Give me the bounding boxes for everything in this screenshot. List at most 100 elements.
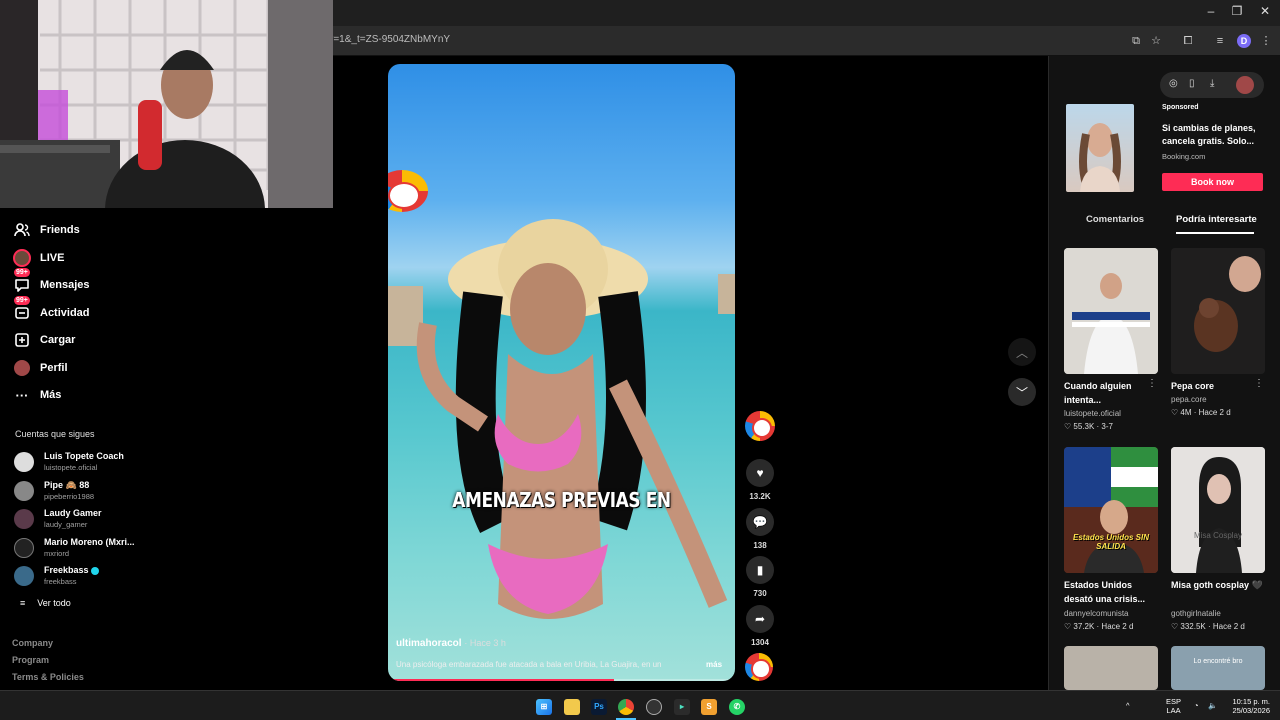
video-author-name[interactable]: ultimahoracol	[396, 638, 462, 649]
recommended-video-title[interactable]: Pepa core	[1171, 379, 1265, 393]
recommended-video-thumbnail[interactable]	[1064, 248, 1158, 374]
next-video-button[interactable]: ﹀	[1008, 378, 1036, 406]
recommended-video-author[interactable]: luistopete.oficial	[1064, 409, 1121, 418]
whatsapp-icon[interactable]: ✆	[729, 699, 745, 715]
tab-comments[interactable]: Comentarios	[1086, 214, 1144, 225]
following-account[interactable]: Mario Moreno (Mxri... mxriord	[14, 536, 154, 562]
book-now-button[interactable]: Book now	[1162, 173, 1263, 191]
maximize-icon[interactable]: ❐	[1222, 4, 1252, 18]
ad-title[interactable]: Si cambias de planes, cancela gratis. So…	[1162, 122, 1264, 148]
sidebar-item-profile[interactable]: Perfil	[12, 357, 68, 379]
video-author[interactable]: ultimahoracol · Hace 3 h	[396, 638, 506, 649]
sidebar-item-activity[interactable]: 99+ Actividad	[12, 296, 90, 324]
compass-icon[interactable]: ◎	[1169, 78, 1178, 89]
see-all-label: Ver todo	[37, 598, 71, 608]
account-name: Mario Moreno (Mxri...	[44, 537, 135, 547]
phone-icon[interactable]: ▯	[1189, 78, 1195, 89]
messages-badge: 99+	[14, 268, 30, 277]
ad-thumbnail[interactable]	[1066, 104, 1134, 192]
following-account[interactable]: Laudy Gamer laudy_gamer	[14, 507, 154, 533]
following-account[interactable]: Freekbass freekbass	[14, 564, 154, 590]
browser-menu-icon[interactable]: ⋮	[1258, 33, 1274, 49]
account-name: Pipe 🙈 88	[44, 480, 90, 490]
video-progress-fill	[388, 679, 614, 681]
recommended-video-title[interactable]: Cuando alguien intenta...	[1064, 379, 1158, 407]
recommended-video-thumbnail[interactable]: Lo encontré bro	[1171, 646, 1265, 690]
bookmark-star-icon[interactable]: ☆	[1148, 33, 1164, 49]
recommended-video-author[interactable]: gothgirlnatalie	[1171, 609, 1221, 618]
upload-icon	[12, 330, 32, 350]
tab-recommended[interactable]: Podría interesarte	[1176, 214, 1257, 225]
user-avatar[interactable]	[1236, 76, 1254, 94]
following-account[interactable]: Pipe 🙈 88 pipeberrio1988	[14, 479, 154, 505]
obs-icon[interactable]	[646, 699, 662, 715]
extensions-icon[interactable]: ⧠	[1180, 33, 1196, 49]
recommended-video-title[interactable]: Misa goth cosplay 🖤	[1171, 578, 1265, 592]
sublime-icon[interactable]: S	[701, 699, 717, 715]
footer-link-program[interactable]: Program	[12, 655, 49, 665]
account-avatar	[14, 481, 34, 501]
volume-icon[interactable]: 🔈	[1208, 701, 1217, 710]
recommended-video-thumbnail[interactable]	[1171, 248, 1265, 374]
close-window-icon[interactable]: ✕	[1250, 4, 1280, 18]
clock[interactable]: 10:15 p. m. 25/03/2026	[1224, 697, 1270, 715]
recommended-video-thumbnail[interactable]: Estados Unidos SIN SALIDA	[1064, 447, 1158, 573]
start-menu-icon[interactable]: ⊞	[536, 699, 552, 715]
sidebar-item-friends[interactable]: Friends	[12, 219, 80, 241]
video-player[interactable]: AMENAZAS PREVIAS EN ultimahoracol · Hace…	[388, 64, 735, 681]
file-explorer-icon[interactable]	[564, 699, 580, 715]
video-progress-bar[interactable]	[388, 679, 735, 681]
chrome-icon[interactable]	[618, 699, 634, 715]
sound-disc-icon[interactable]	[745, 653, 773, 681]
recommended-video-author[interactable]: dannyelcomunista	[1064, 609, 1128, 618]
footer-link-terms[interactable]: Terms & Policies	[12, 672, 84, 682]
comment-icon: 💬	[752, 515, 768, 529]
share-button[interactable]: ➦	[746, 605, 774, 633]
capcut-icon[interactable]: ▸	[674, 699, 690, 715]
more-options-icon[interactable]: ⋮	[1254, 378, 1264, 389]
sidebar-item-label: Actividad	[40, 307, 90, 319]
account-handle: mxriord	[44, 549, 70, 558]
language-indicator[interactable]: ESP LAA	[1166, 697, 1181, 715]
sidebar-item-label: Perfil	[40, 362, 68, 374]
recommended-video-author[interactable]: pepa.core	[1171, 395, 1207, 404]
comment-button[interactable]: 💬	[746, 508, 774, 536]
photoshop-icon[interactable]: Ps	[591, 699, 607, 715]
following-account[interactable]: Luis Topete Coach luistopete.oficial	[14, 450, 154, 476]
account-handle: pipeberrio1988	[44, 492, 95, 501]
sidebar-item-label: LIVE	[40, 252, 65, 264]
previous-video-button[interactable]: ︿	[1008, 338, 1036, 366]
recommended-video-title[interactable]: Estados Unidos desató una crisis...	[1064, 578, 1158, 606]
download-icon[interactable]: ⤓	[1210, 78, 1214, 89]
sidebar-item-upload[interactable]: Cargar	[12, 329, 75, 351]
language-code: ESP	[1166, 697, 1182, 706]
like-button[interactable]: ♥	[746, 459, 774, 487]
live-avatar	[12, 248, 32, 268]
footer-link-company[interactable]: Company	[12, 638, 53, 648]
sponsored-label: Sponsored	[1162, 104, 1199, 111]
chevron-up-icon: ︿	[1015, 345, 1028, 360]
see-all-link[interactable]: ≡ Ver todo	[20, 598, 71, 608]
wifi-icon[interactable]: ◔	[1194, 701, 1199, 710]
creator-avatar[interactable]	[745, 411, 775, 441]
recommended-video-thumbnail[interactable]	[1064, 646, 1158, 690]
description-more-link[interactable]: más	[706, 660, 722, 669]
verified-icon	[91, 566, 100, 575]
active-tab-indicator	[1176, 232, 1254, 234]
webcam-image	[0, 0, 333, 208]
url-text[interactable]: r=1&_t=ZS-9504ZNbMYnY	[330, 34, 450, 45]
browser-profile-avatar[interactable]: D	[1237, 34, 1251, 48]
recommended-video-thumbnail[interactable]: Misa Cosplay	[1171, 447, 1265, 573]
install-app-icon[interactable]: ⧉	[1128, 33, 1144, 49]
more-options-icon[interactable]: ⋮	[1147, 378, 1157, 389]
sidebar-item-messages[interactable]: 99+ Mensajes	[12, 268, 90, 296]
tray-overflow-icon[interactable]: ^	[1126, 701, 1130, 710]
account-name: Freekbass	[44, 565, 100, 575]
save-button[interactable]: ▮	[746, 556, 774, 584]
video-frame-image	[388, 219, 735, 619]
chevron-down-icon: ﹀	[1015, 385, 1028, 400]
sidebar-item-label: Más	[40, 389, 62, 401]
sidebar-item-live[interactable]: LIVE	[12, 247, 64, 269]
media-controls-icon[interactable]: ≡	[1212, 33, 1228, 49]
sidebar-item-more[interactable]: ··· Más	[12, 384, 62, 406]
